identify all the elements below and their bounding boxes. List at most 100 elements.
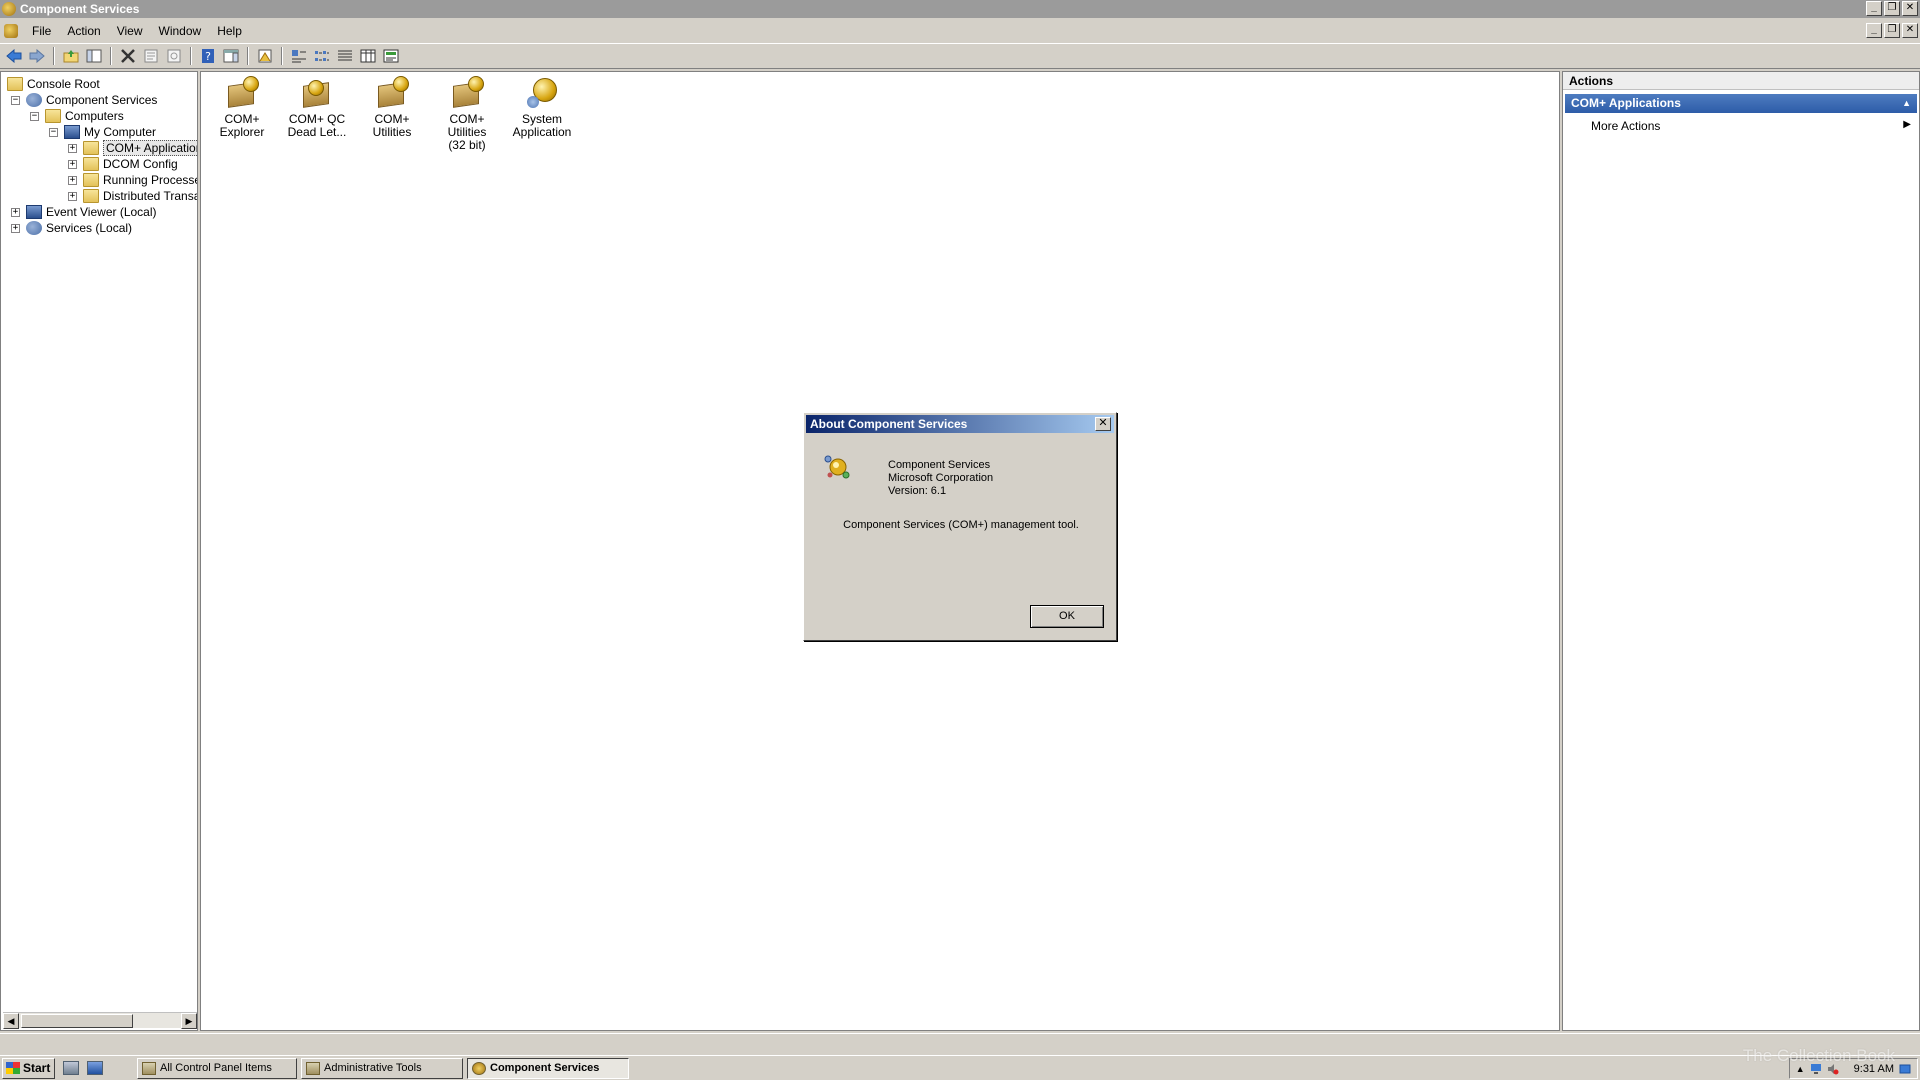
dialog-version: Version: 6.1 <box>888 485 947 497</box>
expand-icon[interactable]: + <box>68 175 77 185</box>
child-minimize-button[interactable]: _ <box>1866 23 1882 38</box>
expand-icon[interactable]: + <box>11 223 20 233</box>
tree-item-label: My Computer <box>84 125 157 139</box>
detail-view-icon[interactable] <box>358 46 378 66</box>
taskbar: Start All Control Panel Items Administra… <box>0 1055 1920 1080</box>
tree-item-label: Event Viewer (Local) <box>46 205 157 219</box>
horizontal-scrollbar[interactable]: ◀ ▶ <box>3 1012 197 1029</box>
restore-button[interactable]: ❐ <box>1884 1 1900 16</box>
expand-icon[interactable]: + <box>68 191 77 201</box>
collapse-up-icon[interactable]: ▲ <box>1902 98 1911 108</box>
toolbar-separator <box>247 47 249 65</box>
menu-action[interactable]: Action <box>59 22 108 40</box>
system-application-item[interactable]: System Application <box>504 76 580 139</box>
scroll-left-icon[interactable]: ◀ <box>3 1013 19 1029</box>
refresh-icon[interactable] <box>164 46 184 66</box>
help-icon[interactable]: ? <box>198 46 218 66</box>
folder-icon <box>83 189 99 203</box>
tree-item-label: Services (Local) <box>46 221 133 235</box>
tree-item-label: Distributed Transac <box>103 189 197 203</box>
more-actions-link[interactable]: More Actions <box>1591 119 1660 133</box>
ok-button[interactable]: OK <box>1030 605 1104 628</box>
console-tree-pane: Console Root − Component Services − Comp… <box>0 71 198 1031</box>
actions-section-com-applications[interactable]: COM+ Applications ▲ <box>1565 94 1917 113</box>
com-app-icon <box>450 76 484 110</box>
tree-item-label: Component Services <box>46 93 158 107</box>
show-hide-action-pane-icon[interactable] <box>221 46 241 66</box>
dialog-title: About Component Services <box>810 417 968 431</box>
scroll-right-icon[interactable]: ▶ <box>181 1013 197 1029</box>
tree-item-label: COM+ Applications <box>103 140 197 156</box>
menu-help[interactable]: Help <box>209 22 250 40</box>
tree-item-computers[interactable]: − Computers <box>30 108 124 124</box>
status-view-icon[interactable] <box>381 46 401 66</box>
expand-icon[interactable]: + <box>68 143 77 153</box>
item-label-line2: Explorer <box>219 125 265 139</box>
dialog-close-button[interactable]: ✕ <box>1095 417 1111 431</box>
forward-icon[interactable] <box>27 46 47 66</box>
collapse-icon[interactable]: − <box>49 127 58 137</box>
system-menu-icon[interactable] <box>4 23 18 38</box>
delete-icon[interactable] <box>118 46 138 66</box>
tree-item-my-computer[interactable]: − My Computer <box>49 124 156 140</box>
folder-icon <box>45 109 61 123</box>
expand-icon[interactable]: + <box>11 207 20 217</box>
tree-item-com-applications[interactable]: + COM+ Applications <box>68 140 197 156</box>
back-icon[interactable] <box>4 46 24 66</box>
com-qc-dead-letter-item[interactable]: COM+ QC Dead Let... <box>279 76 355 139</box>
task-administrative-tools[interactable]: Administrative Tools <box>301 1057 463 1079</box>
menu-view[interactable]: View <box>109 22 151 40</box>
show-desktop-icon[interactable] <box>87 1061 103 1075</box>
task-label: All Control Panel Items <box>160 1062 272 1074</box>
tree-item-label: Running Processes <box>103 173 197 187</box>
tree-item-distributed-transaction[interactable]: + Distributed Transac <box>68 188 197 204</box>
expand-icon[interactable]: + <box>68 159 77 169</box>
menu-file[interactable]: File <box>24 22 59 40</box>
minimize-button[interactable]: _ <box>1866 1 1882 16</box>
item-label-line2: (32 bit) <box>448 138 486 152</box>
collapse-icon[interactable]: − <box>30 111 39 121</box>
admin-tools-icon <box>306 1061 320 1075</box>
collapse-icon[interactable]: − <box>11 95 20 105</box>
large-icons-view-icon[interactable] <box>289 46 309 66</box>
computer-icon <box>64 125 80 139</box>
child-restore-button[interactable]: ❐ <box>1884 23 1900 38</box>
com-explorer-item[interactable]: COM+ Explorer <box>204 76 280 139</box>
actions-pane: Actions COM+ Applications ▲ More Actions… <box>1562 71 1920 1031</box>
tree-item-dcom-config[interactable]: + DCOM Config <box>68 156 178 172</box>
scrollbar-thumb[interactable] <box>21 1014 133 1028</box>
tree-item-label: Computers <box>65 109 124 123</box>
tree-item-event-viewer[interactable]: + Event Viewer (Local) <box>11 204 157 220</box>
windows-logo-icon <box>6 1062 20 1074</box>
properties-icon[interactable] <box>141 46 161 66</box>
console-tree: Console Root − Component Services − Comp… <box>3 74 197 1009</box>
menu-window[interactable]: Window <box>151 22 210 40</box>
tree-item-console-root[interactable]: Console Root <box>7 76 100 92</box>
status-bar <box>0 1033 1920 1054</box>
tree-item-services[interactable]: + Services (Local) <box>11 220 132 236</box>
start-button[interactable]: Start <box>2 1057 55 1079</box>
export-list-icon[interactable] <box>255 46 275 66</box>
task-label: Component Services <box>490 1062 600 1074</box>
toolbar: ? <box>0 43 1920 69</box>
dialog-company: Microsoft Corporation <box>888 472 994 484</box>
folder-icon <box>83 141 99 155</box>
task-component-services[interactable]: Component Services <box>467 1057 629 1079</box>
task-all-control-panel-items[interactable]: All Control Panel Items <box>137 1057 297 1079</box>
server-manager-icon[interactable] <box>63 1061 79 1075</box>
dialog-title-bar: About Component Services ✕ <box>806 415 1114 433</box>
action-center-icon[interactable] <box>1899 1063 1911 1075</box>
submenu-arrow-icon[interactable]: ▶ <box>1903 119 1911 130</box>
close-button[interactable]: ✕ <box>1902 1 1918 16</box>
up-folder-icon[interactable] <box>61 46 81 66</box>
show-hide-tree-icon[interactable] <box>84 46 104 66</box>
component-services-icon <box>824 455 850 479</box>
list-view-icon[interactable] <box>335 46 355 66</box>
child-close-button[interactable]: ✕ <box>1902 23 1918 38</box>
tree-item-running-processes[interactable]: + Running Processes <box>68 172 197 188</box>
small-icons-view-icon[interactable] <box>312 46 332 66</box>
com-utilities-item[interactable]: COM+ Utilities <box>354 76 430 139</box>
com-utilities-32bit-item[interactable]: COM+ Utilities (32 bit) <box>429 76 505 152</box>
item-label-line1: COM+ Utilities <box>372 112 412 139</box>
tree-item-component-services[interactable]: − Component Services <box>11 92 157 108</box>
